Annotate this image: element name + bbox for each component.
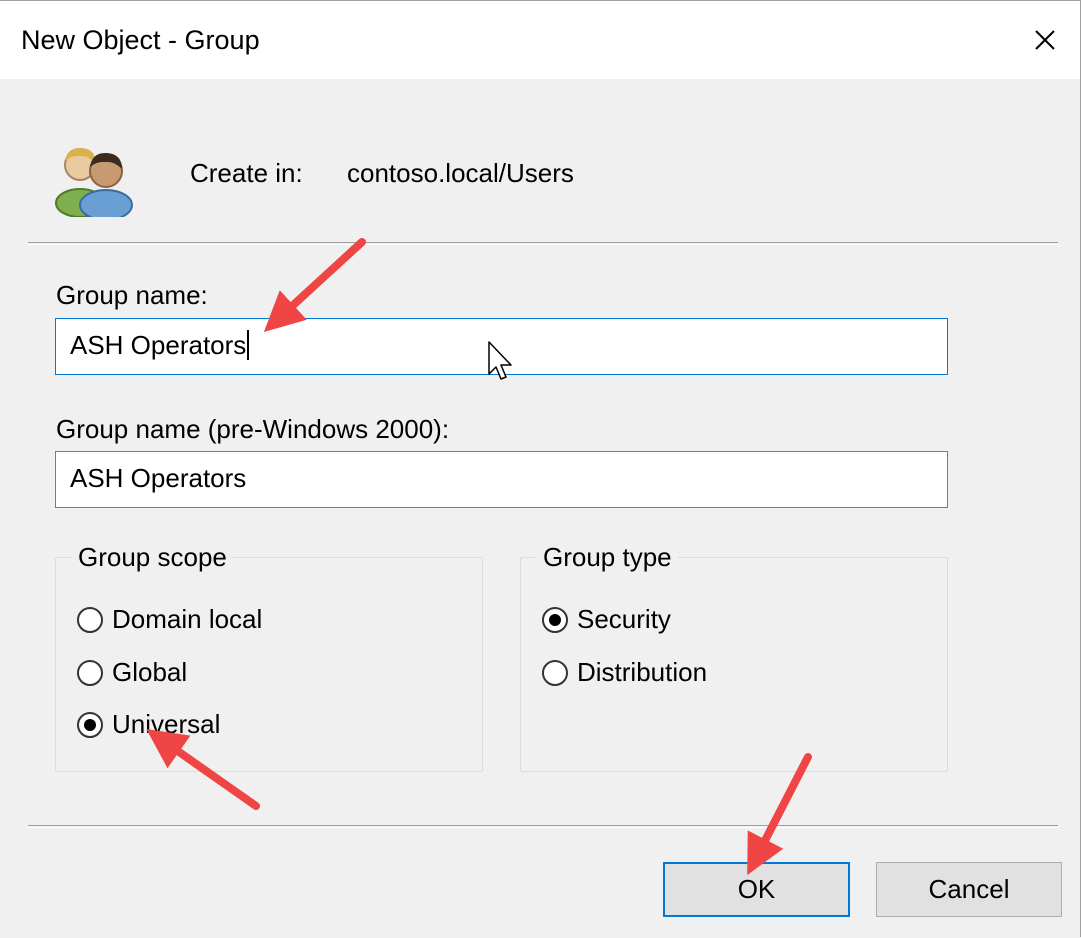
- group-name-pre2000-input[interactable]: ASH Operators: [55, 451, 948, 508]
- create-in-value: contoso.local/Users: [347, 158, 574, 188]
- create-in-label: Create in:: [190, 158, 303, 188]
- new-object-group-dialog: New Object - Group Create in: contoso.lo…: [0, 0, 1081, 937]
- annotation-arrow: [747, 753, 812, 876]
- radio-distribution[interactable]: Distribution: [542, 657, 707, 688]
- users-group-icon: [55, 147, 133, 217]
- radio-global[interactable]: Global: [77, 657, 187, 688]
- cancel-button[interactable]: Cancel: [876, 862, 1062, 917]
- group-type-title: Group type: [537, 542, 678, 573]
- radio-domain-local-indicator: [77, 606, 103, 633]
- radio-security[interactable]: Security: [542, 604, 671, 635]
- radio-global-label: Global: [112, 657, 188, 687]
- group-scope-title: Group scope: [72, 542, 233, 573]
- close-icon: [1035, 30, 1055, 50]
- group-name-pre2000-value: ASH Operators: [70, 463, 247, 493]
- radio-selected-dot: [549, 613, 561, 626]
- text-caret: [247, 330, 250, 361]
- radio-domain-local-label: Domain local: [112, 604, 263, 634]
- footer-separator: [28, 825, 1058, 828]
- radio-universal-label: Universal: [112, 709, 221, 739]
- header-separator: [28, 242, 1058, 245]
- group-name-label: Group name:: [56, 280, 208, 310]
- radio-distribution-label: Distribution: [577, 657, 708, 687]
- radio-distribution-indicator: [542, 659, 568, 686]
- close-button[interactable]: [1010, 1, 1080, 79]
- group-name-input[interactable]: ASH Operators: [55, 318, 948, 375]
- radio-security-label: Security: [577, 604, 671, 634]
- title-bar: New Object - Group: [0, 1, 1080, 79]
- radio-universal[interactable]: Universal: [77, 709, 220, 740]
- radio-security-indicator: [542, 606, 568, 633]
- annotation-arrow: [263, 238, 366, 332]
- radio-universal-indicator: [77, 711, 103, 738]
- radio-domain-local[interactable]: Domain local: [77, 604, 262, 635]
- radio-global-indicator: [77, 659, 103, 686]
- group-name-value: ASH Operators: [70, 330, 247, 360]
- radio-selected-dot: [84, 718, 96, 731]
- window-title: New Object - Group: [21, 25, 260, 55]
- ok-button[interactable]: OK: [663, 862, 850, 917]
- group-name-pre2000-label: Group name (pre-Windows 2000):: [56, 414, 450, 444]
